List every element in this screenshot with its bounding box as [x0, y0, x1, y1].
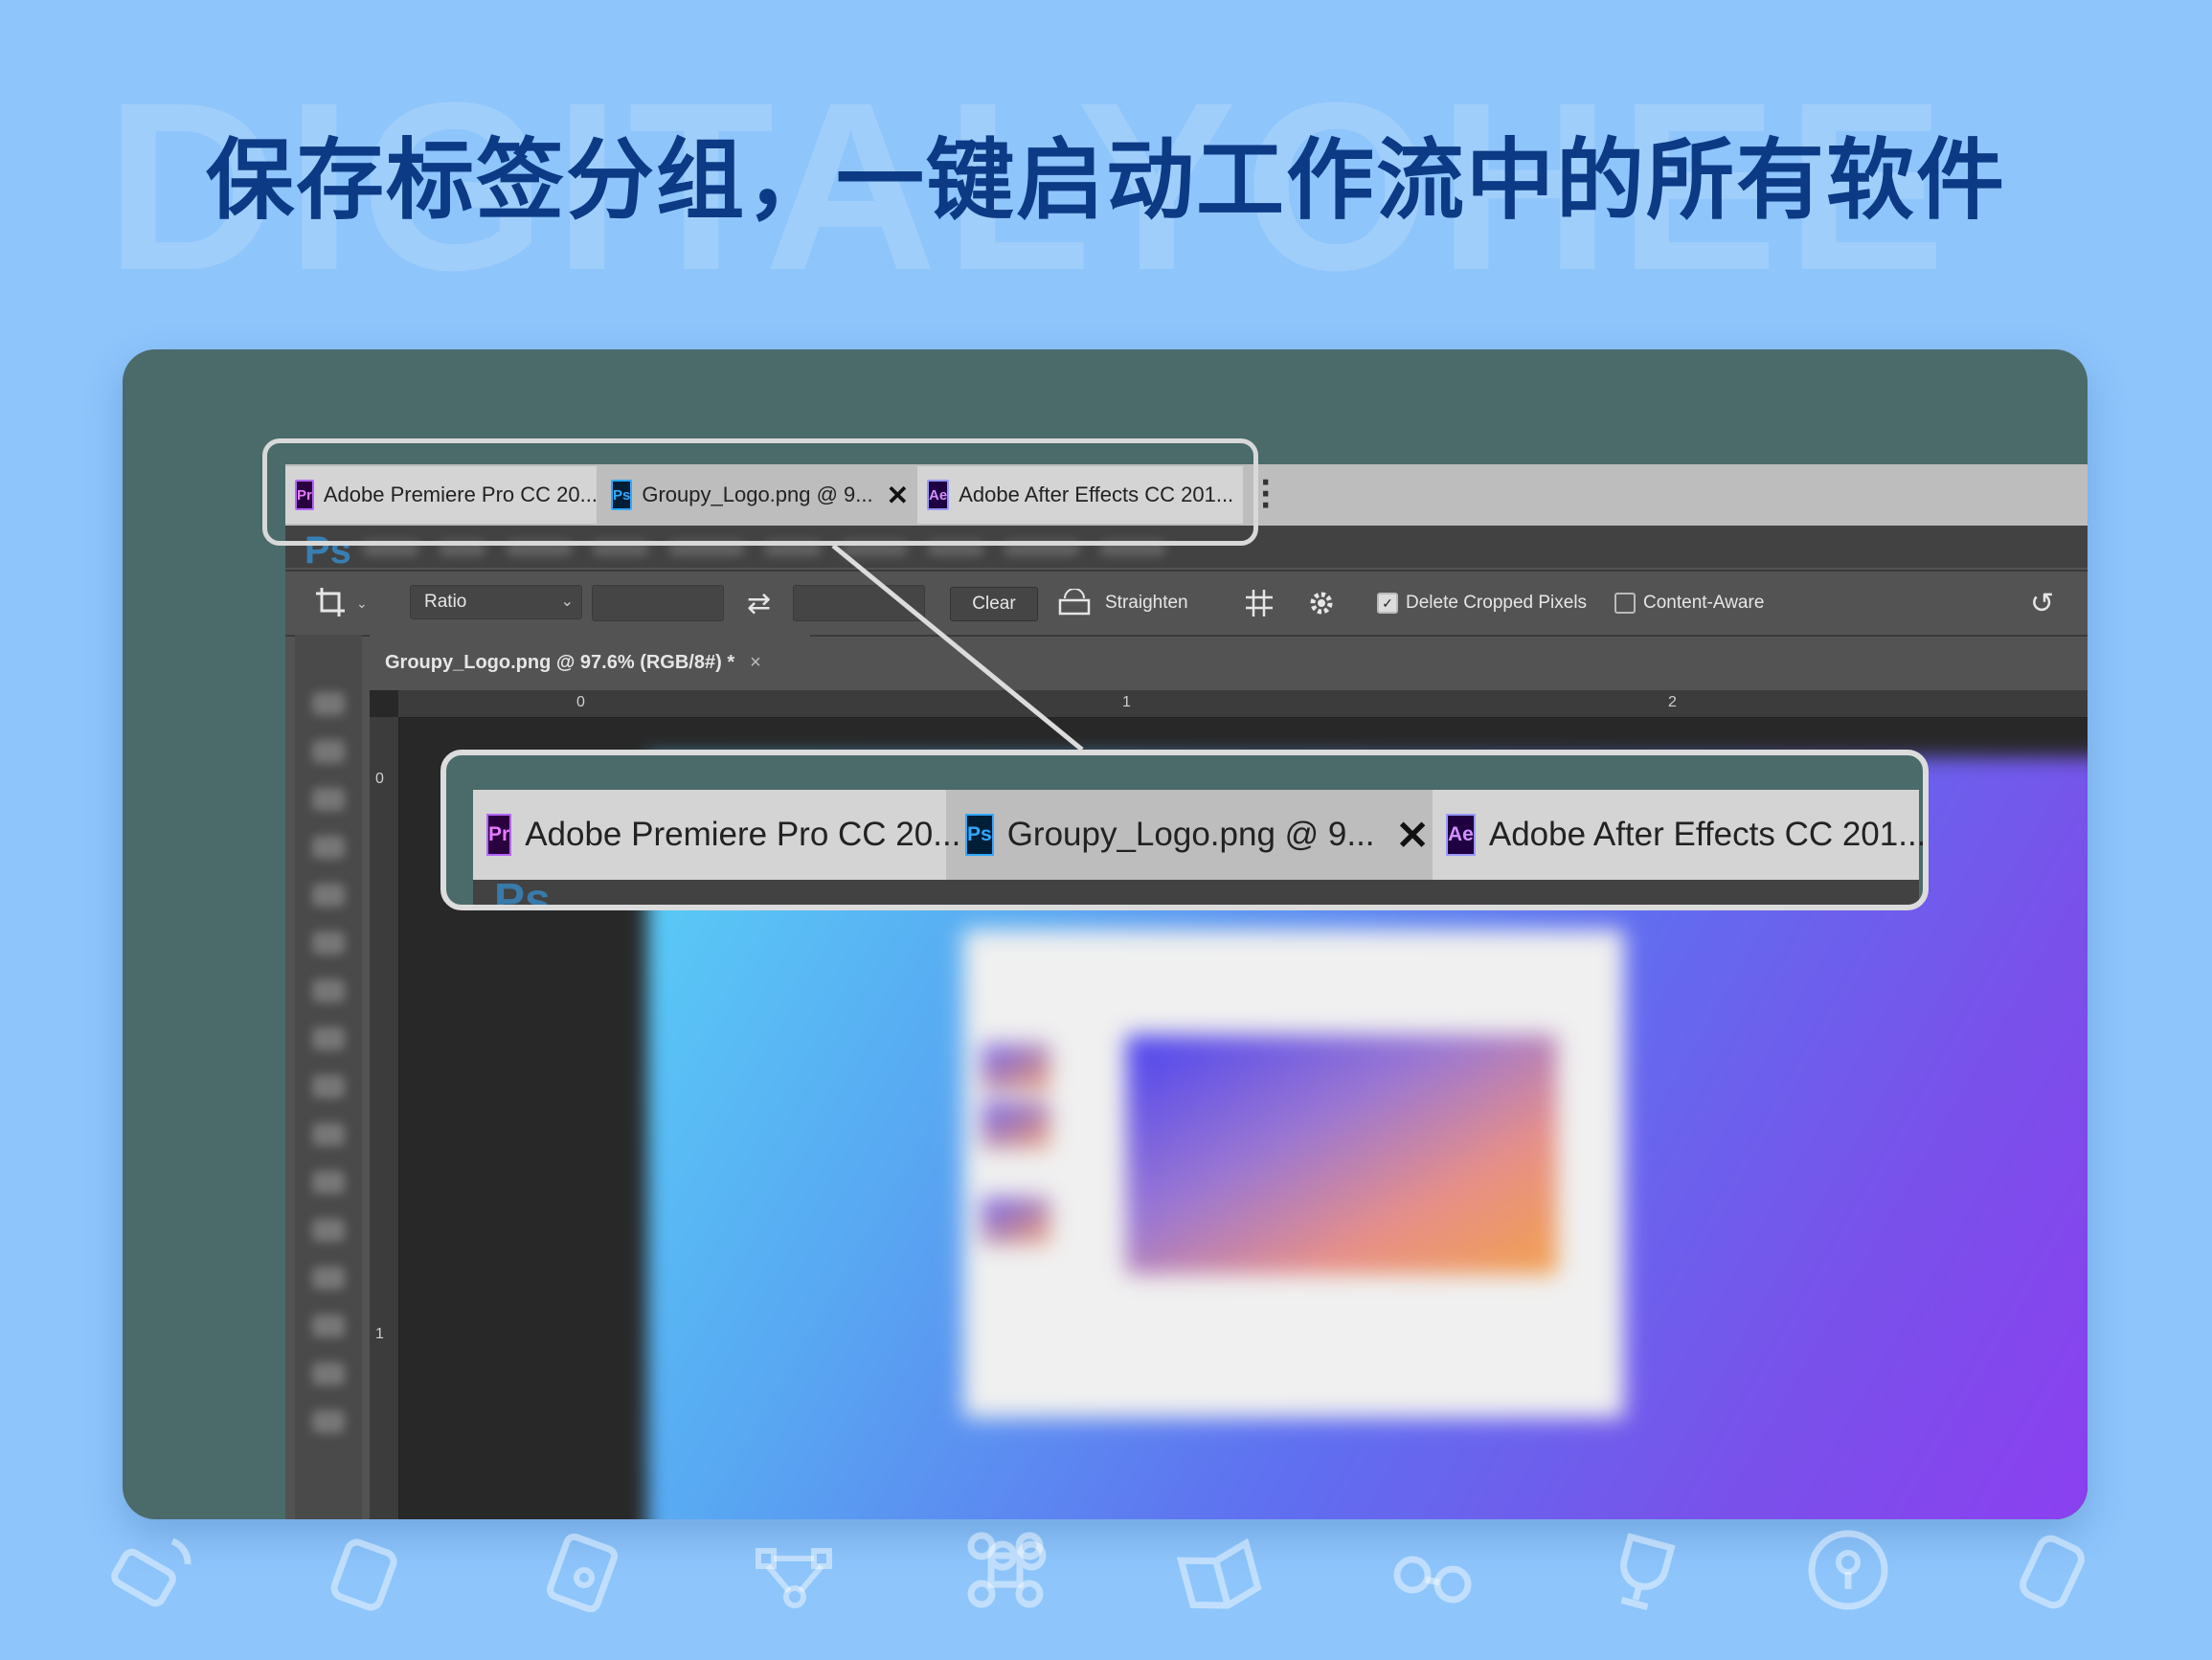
- close-document-icon[interactable]: ×: [750, 652, 761, 674]
- command-key-icon: [967, 1532, 1047, 1608]
- document-title: Groupy_Logo.png @ 97.6% (RGB/8#) *: [385, 651, 735, 673]
- tool-icon[interactable]: [312, 1314, 345, 1337]
- tool-icon[interactable]: [312, 692, 345, 715]
- swap-dimensions-icon[interactable]: ⇄: [747, 572, 771, 635]
- slide-main: [1126, 1035, 1557, 1274]
- width-input[interactable]: [592, 585, 724, 621]
- gear-icon: [1310, 592, 1333, 615]
- zoomed-tab-after-effects[interactable]: Ae Adobe After Effects CC 201...: [1433, 790, 1923, 880]
- tool-icon[interactable]: [312, 931, 345, 954]
- ruler-label: 0: [375, 771, 384, 787]
- content-aware-label: Content-Aware: [1643, 593, 1765, 613]
- tool-icon[interactable]: [312, 788, 345, 811]
- crop-icon: [316, 588, 345, 617]
- tab-bar-highlight: [262, 438, 1258, 546]
- tool-icon[interactable]: [312, 1123, 345, 1146]
- crop-settings-button[interactable]: [1306, 572, 1337, 635]
- chevron-down-icon: ⌄: [356, 594, 368, 611]
- tool-icon[interactable]: [312, 1075, 345, 1098]
- glasses-icon: [1393, 1556, 1472, 1604]
- usb-drive-icon: [330, 1538, 397, 1611]
- tool-icon[interactable]: [312, 1267, 345, 1290]
- zoomed-tab-bar-callout: Pr Adobe Premiere Pro CC 20... Ps Groupy…: [440, 750, 1929, 910]
- tool-icon[interactable]: [312, 1027, 345, 1050]
- wifi-device-icon: [111, 1537, 192, 1607]
- tool-icon[interactable]: [312, 1410, 345, 1433]
- zoomed-tab-premiere[interactable]: Pr Adobe Premiere Pro CC 20...: [473, 790, 960, 880]
- document-tab[interactable]: Groupy_Logo.png @ 97.6% (RGB/8#) * ×: [370, 635, 810, 690]
- close-tab-icon[interactable]: ✕: [1396, 812, 1430, 859]
- zoomed-tab-bar: Pr Adobe Premiere Pro CC 20... Ps Groupy…: [473, 790, 1923, 880]
- horizontal-ruler: 0 1 2: [398, 690, 2088, 718]
- ruler-label: 0: [576, 694, 585, 710]
- ruler-label: 1: [375, 1326, 384, 1342]
- checkbox-checked-icon: ✓: [1377, 593, 1398, 614]
- vertical-ruler: 0 1: [370, 717, 399, 1519]
- photoshop-logo: Ps: [494, 875, 551, 910]
- photoshop-window: Pr Adobe Premiere Pro CC 20... Ps Groupy…: [285, 464, 2088, 1519]
- chevron-down-icon: ⌄: [560, 594, 574, 610]
- tool-icon[interactable]: [312, 1219, 345, 1242]
- premiere-icon: Pr: [486, 814, 512, 856]
- keyhole-icon: [1808, 1530, 1888, 1610]
- slide-thumbnail: [982, 1102, 1050, 1148]
- delete-cropped-label: Delete Cropped Pixels: [1406, 593, 1588, 613]
- ruler-label: 2: [1668, 694, 1677, 710]
- vector-path-icon: [756, 1548, 832, 1608]
- photoshop-icon: Ps: [965, 814, 994, 856]
- grid-overlay-icon: [1246, 590, 1273, 617]
- straighten-tool[interactable]: Straighten: [1057, 572, 1188, 635]
- trophy-icon: [1620, 1533, 1676, 1610]
- ratio-label: Ratio: [424, 592, 467, 612]
- ruler-label: 1: [1122, 694, 1131, 710]
- tool-icon[interactable]: [312, 979, 345, 1002]
- tab-label: Adobe After Effects CC 201...: [1488, 816, 1927, 853]
- crop-tool-picker[interactable]: ⌄: [312, 572, 368, 635]
- tools-panel: [295, 635, 362, 1519]
- more-options-icon[interactable]: · · ·: [1260, 469, 1271, 521]
- height-input[interactable]: [793, 585, 925, 621]
- reset-icon[interactable]: ↺: [2030, 572, 2054, 635]
- content-aware-checkbox[interactable]: Content-Aware: [1614, 572, 1764, 635]
- tool-icon[interactable]: [312, 1171, 345, 1194]
- tool-icon[interactable]: [312, 884, 345, 907]
- ratio-dropdown[interactable]: Ratio ⌄: [410, 585, 582, 619]
- tool-icon[interactable]: [312, 836, 345, 859]
- document-lock-icon: [547, 1533, 618, 1613]
- delete-cropped-pixels-checkbox[interactable]: ✓ Delete Cropped Pixels: [1377, 572, 1587, 635]
- tool-icon[interactable]: [312, 740, 345, 763]
- slide-thumbnail: [982, 1044, 1050, 1090]
- tab-label: Adobe Premiere Pro CC 20...: [525, 816, 961, 853]
- tab-label: Groupy_Logo.png @ 9...: [1006, 816, 1375, 853]
- checkbox-unchecked-icon: [1614, 593, 1636, 614]
- tool-icon[interactable]: [312, 1362, 345, 1385]
- zoomed-tab-photoshop[interactable]: Ps Groupy_Logo.png @ 9... ✕: [952, 790, 1430, 880]
- straighten-icon: [1058, 589, 1091, 616]
- decorative-icon-row: [0, 1522, 2212, 1627]
- crop-options-bar: ⌄ Ratio ⌄ ⇄ Clear Straighten ✓ Delete Cr…: [285, 570, 2088, 637]
- after-effects-icon: Ae: [1446, 814, 1476, 856]
- tag-icon: [2020, 1535, 2085, 1609]
- clear-button[interactable]: Clear: [950, 587, 1038, 621]
- page-headline: 保存标签分组，一键启动工作流中的所有软件: [205, 129, 2006, 232]
- blurred-slide-preview: [963, 930, 1624, 1418]
- overlay-options-button[interactable]: [1243, 572, 1275, 635]
- straighten-label: Straighten: [1105, 593, 1188, 613]
- zoomed-menu-bar: [473, 880, 1919, 905]
- open-book-icon: [1176, 1537, 1262, 1609]
- slide-thumbnail: [982, 1198, 1050, 1244]
